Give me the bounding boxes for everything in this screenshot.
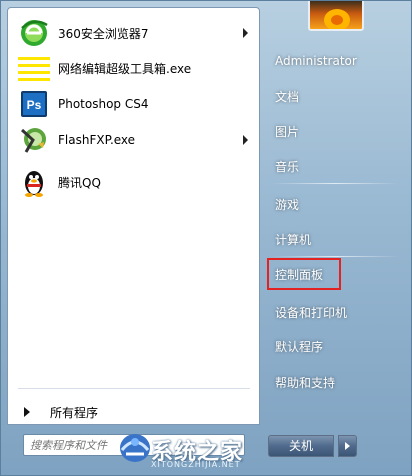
right-item-label: 帮助和支持 [275, 375, 336, 390]
watermark-subtitle: XITONGZHIJIA.NET [151, 460, 241, 469]
right-item-label: Administrator [275, 54, 357, 68]
program-360-browser[interactable]: 360安全浏览器7 [12, 15, 256, 51]
right-item-pictures[interactable]: 图片 [269, 118, 401, 144]
all-programs-label: 所有程序 [50, 405, 99, 420]
right-item-computer[interactable]: 计算机 [269, 226, 401, 252]
highlight-box [267, 258, 341, 290]
photoshop-icon: Ps [18, 88, 50, 120]
divider [18, 388, 250, 389]
divider [271, 183, 399, 184]
right-item-label: 音乐 [275, 159, 300, 174]
program-label: 网络编辑超级工具箱.exe [58, 61, 192, 76]
right-item-music[interactable]: 音乐 [269, 153, 401, 179]
right-item-label: 游戏 [275, 197, 300, 212]
program-photoshop[interactable]: Ps Photoshop CS4 [12, 86, 256, 122]
ie-green-icon [18, 17, 50, 49]
svg-text:Ps: Ps [27, 98, 42, 112]
flashfxp-icon [18, 124, 50, 156]
shutdown-button[interactable]: 关机 [268, 435, 334, 457]
program-network-toolbox[interactable]: 网络编辑超级工具箱.exe [12, 50, 256, 86]
right-item-default-programs[interactable]: 默认程序 [269, 333, 401, 359]
shutdown-options-arrow-icon[interactable] [338, 435, 357, 457]
right-item-administrator[interactable]: Administrator [269, 48, 401, 74]
triangle-right-icon [24, 407, 30, 417]
program-label: Photoshop CS4 [58, 97, 149, 111]
programs-panel: 360安全浏览器7 网络编辑超级工具箱.exe Ps Photoshop CS4… [7, 7, 260, 425]
yellow-stripes-icon [18, 52, 50, 84]
qq-penguin-icon [18, 166, 50, 198]
submenu-arrow-icon [243, 135, 248, 145]
right-item-label: 图片 [275, 124, 300, 139]
submenu-arrow-icon [243, 28, 248, 38]
watermark-logo-icon [116, 428, 154, 466]
program-qq[interactable]: 腾讯QQ [12, 164, 256, 200]
right-item-label: 文档 [275, 89, 300, 104]
program-flashfxp[interactable]: FlashFXP.exe [12, 122, 256, 158]
start-menu: 360安全浏览器7 网络编辑超级工具箱.exe Ps Photoshop CS4… [0, 0, 412, 476]
right-item-help-support[interactable]: 帮助和支持 [269, 369, 401, 395]
right-item-games[interactable]: 游戏 [269, 191, 401, 217]
right-item-devices-printers[interactable]: 设备和打印机 [269, 299, 401, 325]
right-item-label: 默认程序 [275, 339, 324, 354]
divider [271, 256, 399, 257]
program-label: 腾讯QQ [58, 175, 101, 190]
program-label: FlashFXP.exe [58, 133, 136, 147]
right-item-label: 计算机 [275, 232, 312, 247]
right-item-documents[interactable]: 文档 [269, 83, 401, 109]
user-avatar[interactable] [308, 1, 364, 31]
all-programs-button[interactable]: 所有程序 [18, 399, 254, 425]
right-item-label: 设备和打印机 [275, 305, 348, 320]
program-label: 360安全浏览器7 [58, 26, 149, 41]
